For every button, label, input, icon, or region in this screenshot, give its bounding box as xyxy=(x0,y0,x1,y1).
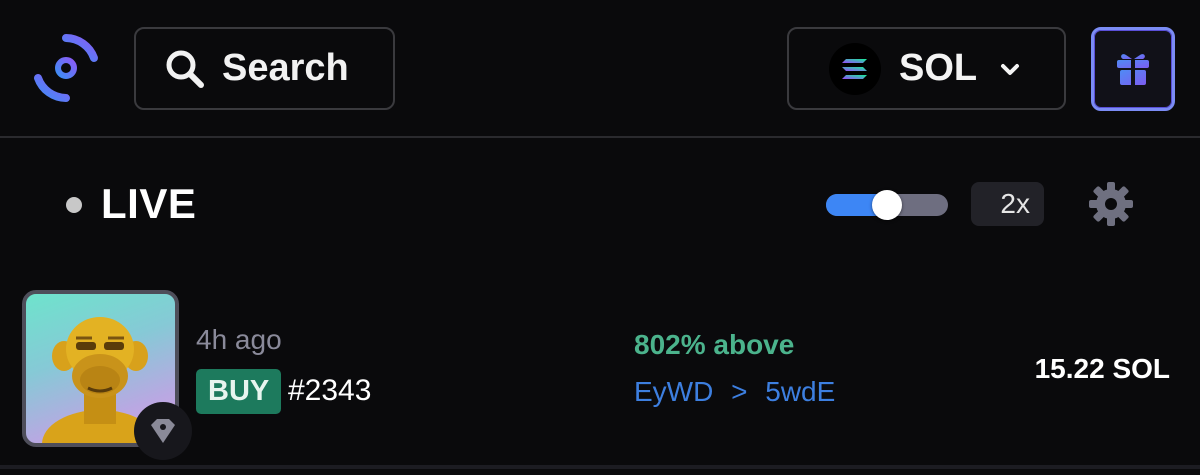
wallet-transfer: EyWD > 5wdE xyxy=(634,376,835,408)
chain-label: SOL xyxy=(899,47,978,89)
sale-price: 15.22 SOL xyxy=(1034,353,1170,384)
crosshair-logo-icon[interactable] xyxy=(26,28,106,108)
gear-icon[interactable] xyxy=(1088,181,1134,227)
transaction-type-badge: BUY xyxy=(196,369,282,414)
top-bar: Search SOL xyxy=(0,0,1200,138)
speed-slider-thumb[interactable] xyxy=(872,190,902,220)
token-id[interactable]: #2343 xyxy=(288,374,371,408)
search-icon xyxy=(166,50,204,88)
tag-icon xyxy=(151,419,175,443)
search-button[interactable]: Search xyxy=(134,27,395,110)
speed-badge: 2x xyxy=(971,182,1044,226)
transfer-arrow: > xyxy=(731,376,748,407)
live-label: LIVE xyxy=(101,180,197,227)
price-difference: 802% above xyxy=(634,329,795,360)
live-status-dot xyxy=(66,197,82,213)
marketplace-badge xyxy=(134,402,192,460)
to-wallet-link[interactable]: 5wdE xyxy=(765,376,835,407)
activity-row[interactable]: 4h ago BUY #2343 802% above EyWD > 5wdE … xyxy=(0,280,1200,475)
search-label: Search xyxy=(222,47,349,89)
divider xyxy=(0,465,1200,469)
gift-icon xyxy=(1117,54,1149,85)
chain-selector[interactable]: SOL xyxy=(787,27,1066,110)
from-wallet-link[interactable]: EyWD xyxy=(634,376,713,407)
chevron-down-icon xyxy=(1001,63,1020,75)
speed-slider[interactable] xyxy=(826,190,948,220)
gift-button[interactable] xyxy=(1091,27,1175,111)
solana-icon xyxy=(829,42,881,95)
activity-time: 4h ago xyxy=(196,324,282,355)
